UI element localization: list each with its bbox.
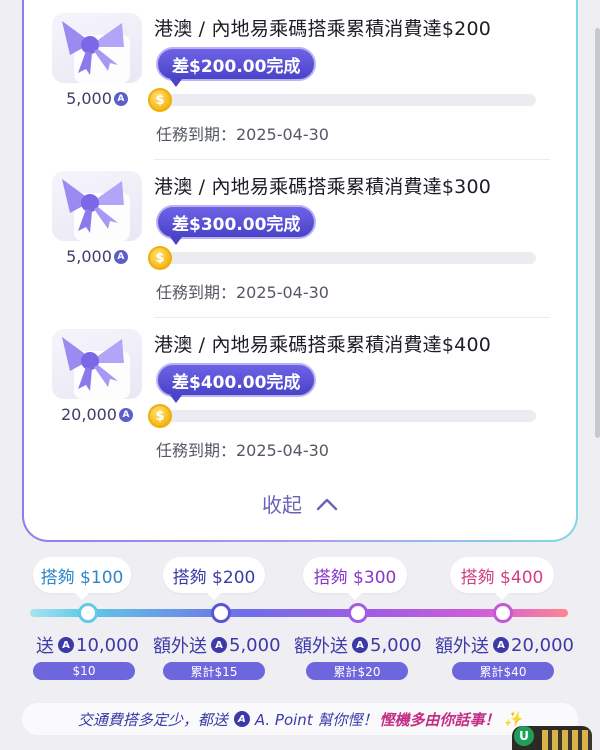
milestone-tier-label: 搭夠 $300 bbox=[303, 557, 407, 600]
milestone-tier-label: 搭夠 $200 bbox=[163, 557, 265, 600]
task-item[interactable]: 5,000 A 港澳 / 內地易乘碼搭乘累積消費達$300 差$300.00完成… bbox=[24, 160, 576, 318]
a-point-icon: A bbox=[113, 91, 128, 106]
reward-box: 5,000 A bbox=[52, 171, 142, 266]
bonus-points: 5,000 bbox=[229, 634, 281, 656]
bonus-prefix: 額外送 bbox=[153, 636, 207, 657]
cumulative-badge: 累計$40 bbox=[452, 662, 554, 680]
collapse-button[interactable]: 收起 bbox=[24, 489, 576, 518]
floating-widget[interactable]: U bbox=[512, 726, 592, 750]
task-list-card: 5,000 A 港澳 / 內地易乘碼搭乘累積消費達$200 差$200.00完成… bbox=[22, 0, 578, 542]
reward-points: 20,000 A bbox=[52, 405, 142, 424]
milestone-node bbox=[493, 603, 513, 623]
milestone-bonus: 送 A 10,000 bbox=[36, 632, 139, 658]
chevron-up-icon bbox=[316, 492, 338, 516]
milestone-tier-text: 搭夠 $200 bbox=[172, 567, 256, 588]
a-point-icon: A bbox=[493, 637, 509, 653]
task-title: 港澳 / 內地易乘碼搭乘累積消費達$400 bbox=[154, 334, 492, 356]
milestone-tier-label: 搭夠 $400 bbox=[450, 557, 554, 600]
a-point-icon: A bbox=[113, 249, 128, 264]
cumulative-badge: $10 bbox=[33, 662, 135, 680]
milestone-tracker: 搭夠 $100 搭夠 $200 搭夠 $300 搭夠 $400 送 A 10,0… bbox=[0, 550, 600, 690]
task-title: 港澳 / 內地易乘碼搭乘累積消費達$300 bbox=[154, 176, 492, 198]
widget-image bbox=[542, 730, 592, 750]
collapse-label: 收起 bbox=[262, 493, 302, 517]
milestone-bonus: 額外送 A 5,000 bbox=[294, 632, 422, 658]
progress-bar bbox=[154, 252, 536, 264]
milestone-node bbox=[211, 603, 231, 623]
task-item[interactable]: 5,000 A 港澳 / 內地易乘碼搭乘累積消費達$200 差$200.00完成… bbox=[24, 2, 576, 160]
task-item[interactable]: 20,000 A 港澳 / 內地易乘碼搭乘累積消費達$400 差$400.00完… bbox=[24, 318, 576, 476]
banner-highlight: 慳機多由你話事！ bbox=[379, 710, 500, 729]
bonus-prefix: 額外送 bbox=[435, 636, 489, 657]
bonus-points: 10,000 bbox=[76, 634, 139, 656]
a-point-icon: A bbox=[352, 637, 368, 653]
milestone-track bbox=[30, 609, 568, 617]
reward-points: 5,000 A bbox=[52, 89, 142, 108]
banner-text: A. Point 幫你慳！ bbox=[254, 710, 378, 729]
a-point-icon: A bbox=[211, 637, 227, 653]
gift-icon bbox=[52, 13, 142, 83]
task-deadline: 任務到期：2025-04-30 bbox=[156, 441, 329, 460]
task-deadline: 任務到期：2025-04-30 bbox=[156, 283, 329, 302]
remaining-amount-badge: 差$200.00完成 bbox=[156, 47, 317, 87]
task-list-card-body: 5,000 A 港澳 / 內地易乘碼搭乘累積消費達$200 差$200.00完成… bbox=[24, 0, 576, 540]
reward-points-value: 5,000 bbox=[66, 247, 112, 266]
milestone-tier-text: 搭夠 $100 bbox=[40, 567, 124, 588]
remaining-amount-badge: 差$300.00完成 bbox=[156, 205, 317, 245]
coin-icon: $ bbox=[148, 404, 172, 428]
cumulative-badge: 累計$20 bbox=[306, 662, 408, 680]
cumulative-badge: 累計$15 bbox=[163, 662, 265, 680]
a-point-icon: A bbox=[118, 407, 133, 422]
milestone-bonus: 額外送 A 5,000 bbox=[153, 632, 281, 658]
reward-points: 5,000 A bbox=[52, 247, 142, 266]
bonus-points: 20,000 bbox=[511, 634, 574, 656]
gift-icon bbox=[52, 171, 142, 241]
banner-text: 交通費搭多定少，都送 bbox=[77, 710, 228, 729]
milestone-tier-text: 搭夠 $400 bbox=[460, 567, 544, 588]
u-badge-icon: U bbox=[514, 726, 534, 746]
bonus-prefix: 額外送 bbox=[294, 636, 348, 657]
milestone-tier-text: 搭夠 $300 bbox=[313, 567, 397, 588]
remaining-amount-badge: 差$400.00完成 bbox=[156, 363, 317, 403]
reward-points-value: 20,000 bbox=[61, 405, 117, 424]
promo-banner: 交通費搭多定少，都送 A A. Point 幫你慳！ 慳機多由你話事！ ✨ bbox=[22, 703, 578, 735]
task-title: 港澳 / 內地易乘碼搭乘累積消費達$200 bbox=[154, 18, 492, 40]
reward-points-value: 5,000 bbox=[66, 89, 112, 108]
a-point-icon: A bbox=[233, 711, 250, 727]
milestone-tier-label: 搭夠 $100 bbox=[33, 557, 131, 600]
coin-icon: $ bbox=[148, 246, 172, 270]
reward-box: 5,000 A bbox=[52, 13, 142, 108]
progress-bar bbox=[154, 94, 536, 106]
task-deadline: 任務到期：2025-04-30 bbox=[156, 125, 329, 144]
progress-bar bbox=[154, 410, 536, 422]
milestone-node bbox=[348, 603, 368, 623]
milestone-bonus: 額外送 A 20,000 bbox=[435, 632, 574, 658]
milestone-node bbox=[78, 603, 98, 623]
bonus-prefix: 送 bbox=[36, 636, 54, 657]
coin-icon: $ bbox=[148, 88, 172, 112]
a-point-icon: A bbox=[58, 637, 74, 653]
gift-icon bbox=[52, 329, 142, 399]
reward-box: 20,000 A bbox=[52, 329, 142, 424]
bonus-points: 5,000 bbox=[370, 634, 422, 656]
scrollbar[interactable] bbox=[595, 28, 600, 438]
